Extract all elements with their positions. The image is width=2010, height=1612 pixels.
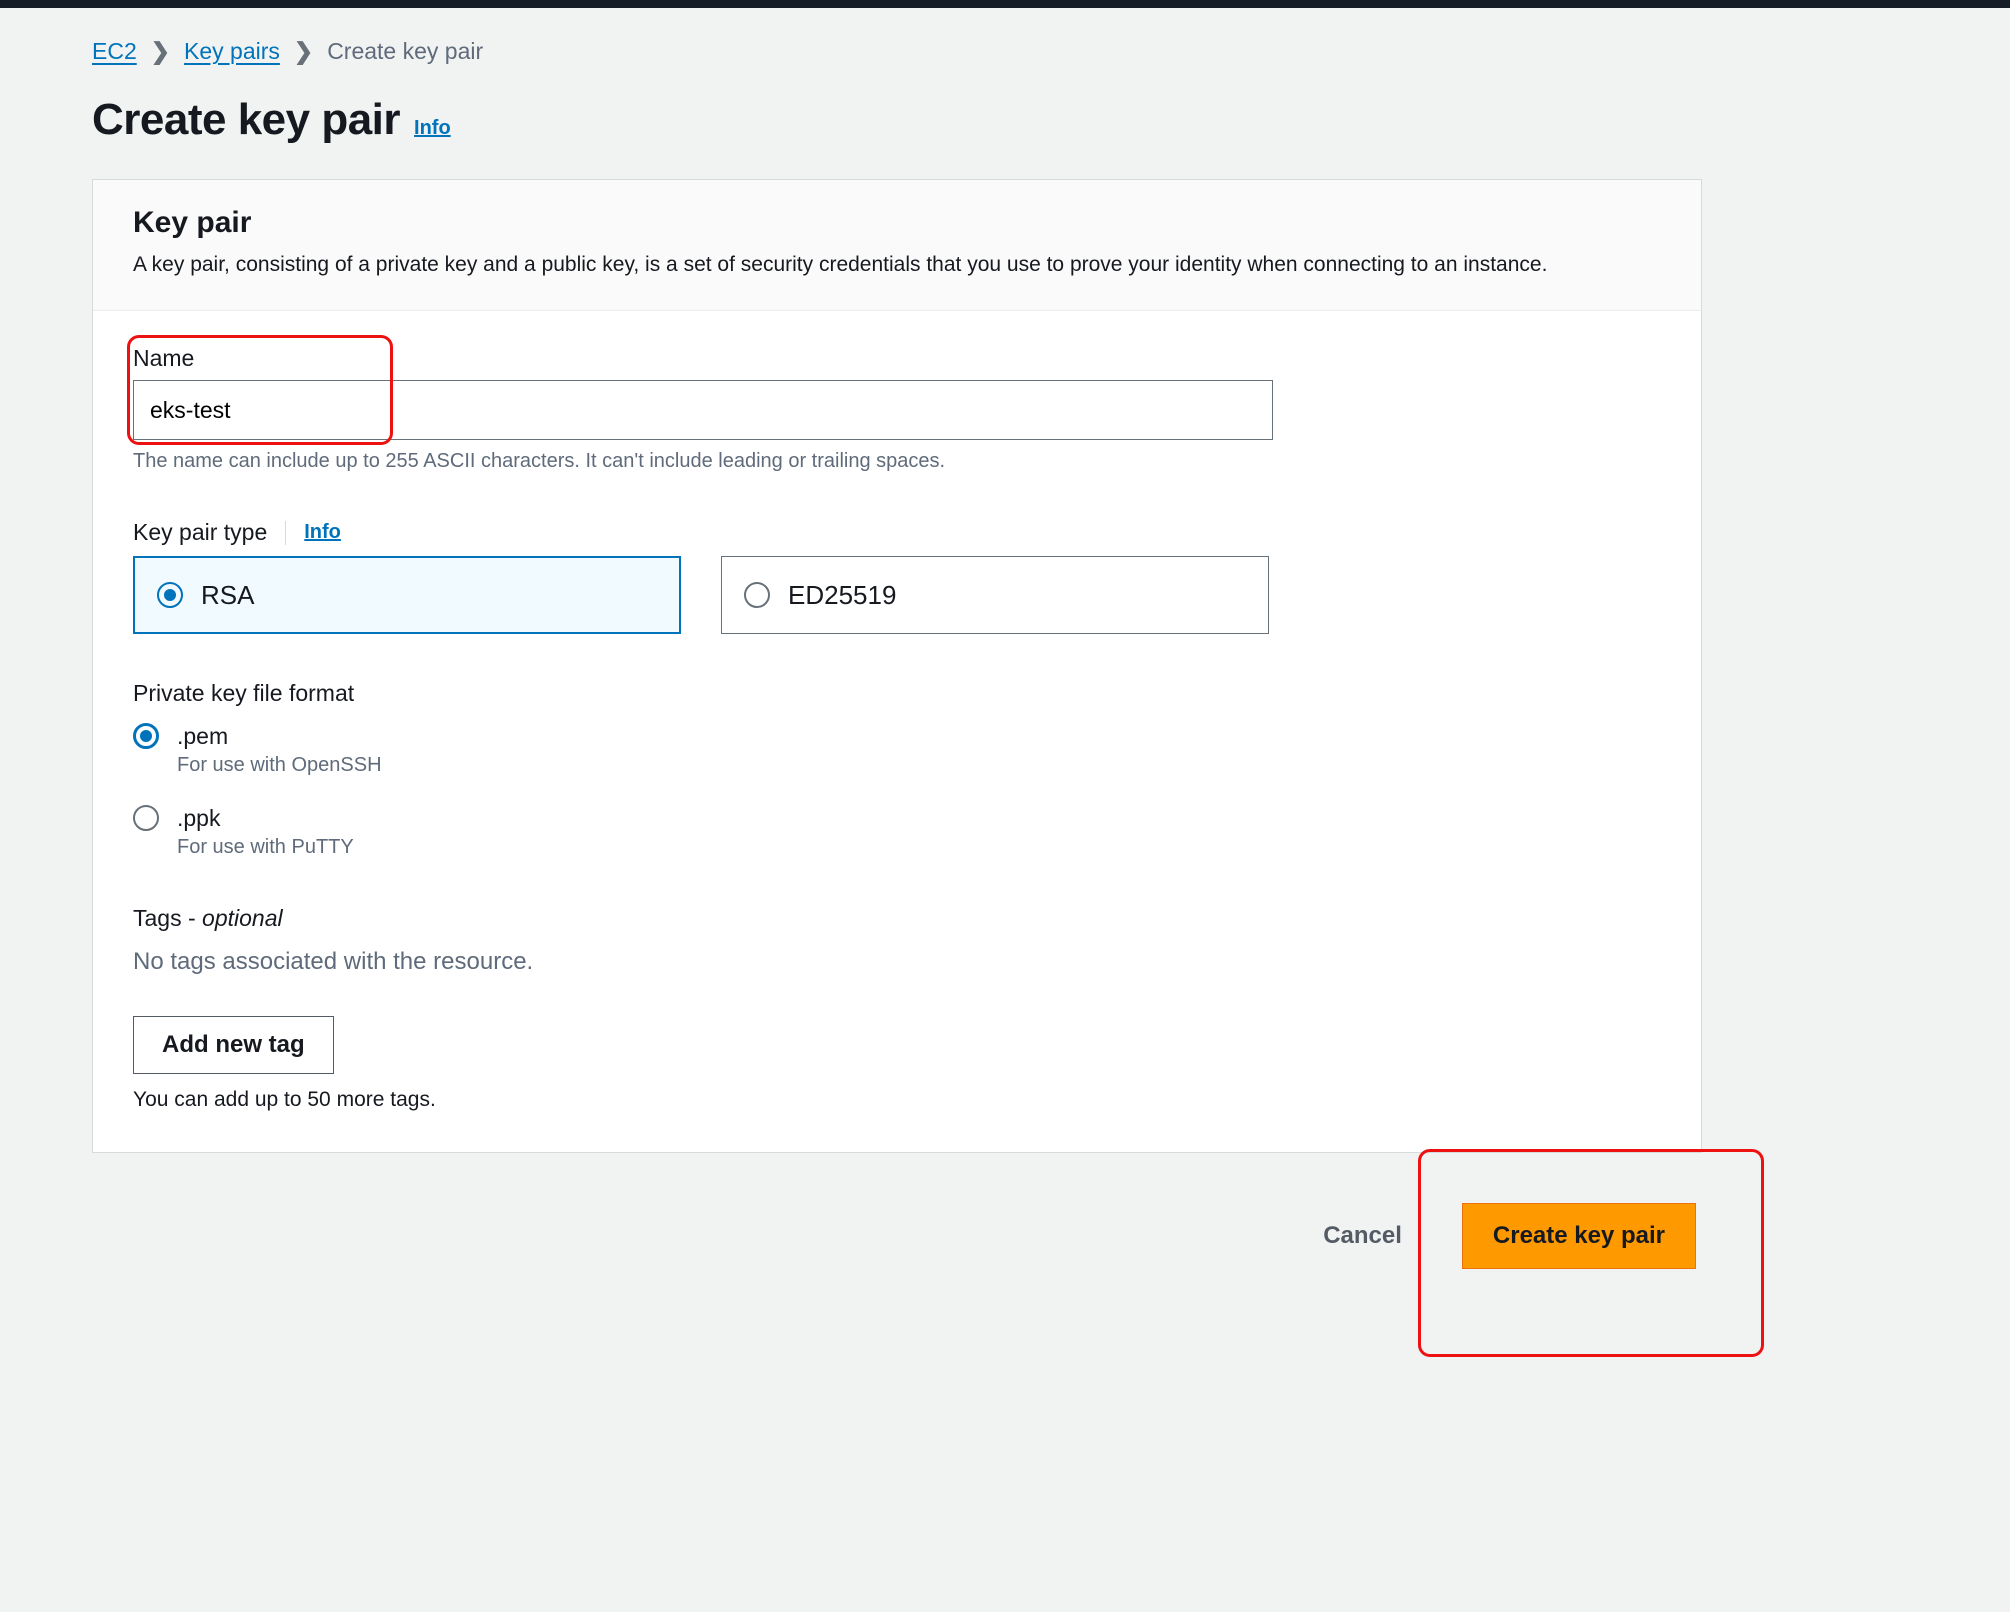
- format-label: Private key file format: [133, 680, 1661, 707]
- chevron-right-icon: ❯: [151, 38, 170, 65]
- tags-hint: You can add up to 50 more tags.: [133, 1088, 1661, 1112]
- name-input[interactable]: [133, 380, 1273, 440]
- type-option-label: ED25519: [788, 580, 896, 611]
- format-option-label: .ppk: [177, 805, 354, 832]
- type-option-ed25519[interactable]: ED25519: [721, 556, 1269, 634]
- breadcrumb-key-pairs[interactable]: Key pairs: [184, 38, 280, 65]
- tags-optional: optional: [202, 905, 283, 931]
- panel-body: Name The name can include up to 255 ASCI…: [93, 311, 1701, 1152]
- breadcrumb-current: Create key pair: [327, 38, 483, 65]
- type-option-label: RSA: [201, 580, 254, 611]
- format-field: Private key file format .pem For use wit…: [133, 680, 1661, 859]
- panel-header: Key pair A key pair, consisting of a pri…: [93, 180, 1701, 311]
- format-option-ppk[interactable]: .ppk For use with PuTTY: [133, 805, 1661, 859]
- format-option-label: .pem: [177, 723, 382, 750]
- panel-description: A key pair, consisting of a private key …: [133, 250, 1661, 280]
- type-label-text: Key pair type: [133, 519, 267, 546]
- name-field: Name The name can include up to 255 ASCI…: [133, 345, 1661, 473]
- footer-actions: Cancel Create key pair: [92, 1203, 1702, 1269]
- key-pair-panel: Key pair A key pair, consisting of a pri…: [92, 179, 1702, 1153]
- radio-icon: [133, 805, 159, 831]
- tags-label: Tags -: [133, 905, 202, 931]
- create-key-pair-button[interactable]: Create key pair: [1462, 1203, 1696, 1269]
- format-option-sub: For use with OpenSSH: [177, 754, 382, 777]
- panel-title: Key pair: [133, 206, 1661, 240]
- name-hint: The name can include up to 255 ASCII cha…: [133, 450, 1661, 473]
- tags-empty: No tags associated with the resource.: [133, 948, 1661, 976]
- add-tag-button[interactable]: Add new tag: [133, 1016, 334, 1074]
- type-options: RSA ED25519: [133, 556, 1661, 634]
- format-option-sub: For use with PuTTY: [177, 836, 354, 859]
- breadcrumb-ec2[interactable]: EC2: [92, 38, 137, 65]
- format-option-pem[interactable]: .pem For use with OpenSSH: [133, 723, 1661, 777]
- breadcrumb: EC2 ❯ Key pairs ❯ Create key pair: [92, 38, 1720, 65]
- radio-icon: [133, 723, 159, 749]
- type-info-link[interactable]: Info: [304, 521, 341, 544]
- name-label: Name: [133, 345, 1661, 372]
- radio-icon: [157, 582, 183, 608]
- separator: [285, 521, 286, 545]
- page-heading: Create key pair Info: [92, 95, 1720, 145]
- radio-icon: [744, 582, 770, 608]
- page-info-link[interactable]: Info: [414, 117, 451, 140]
- cancel-button[interactable]: Cancel: [1303, 1206, 1422, 1266]
- top-bar: [0, 0, 2010, 8]
- chevron-right-icon: ❯: [294, 38, 313, 65]
- page-title: Create key pair: [92, 95, 400, 145]
- type-field: Key pair type Info RSA ED25519: [133, 519, 1661, 634]
- type-option-rsa[interactable]: RSA: [133, 556, 681, 634]
- type-label: Key pair type Info: [133, 519, 1661, 546]
- tags-heading: Tags - optional: [133, 905, 1661, 932]
- page-content: EC2 ❯ Key pairs ❯ Create key pair Create…: [0, 8, 1720, 1329]
